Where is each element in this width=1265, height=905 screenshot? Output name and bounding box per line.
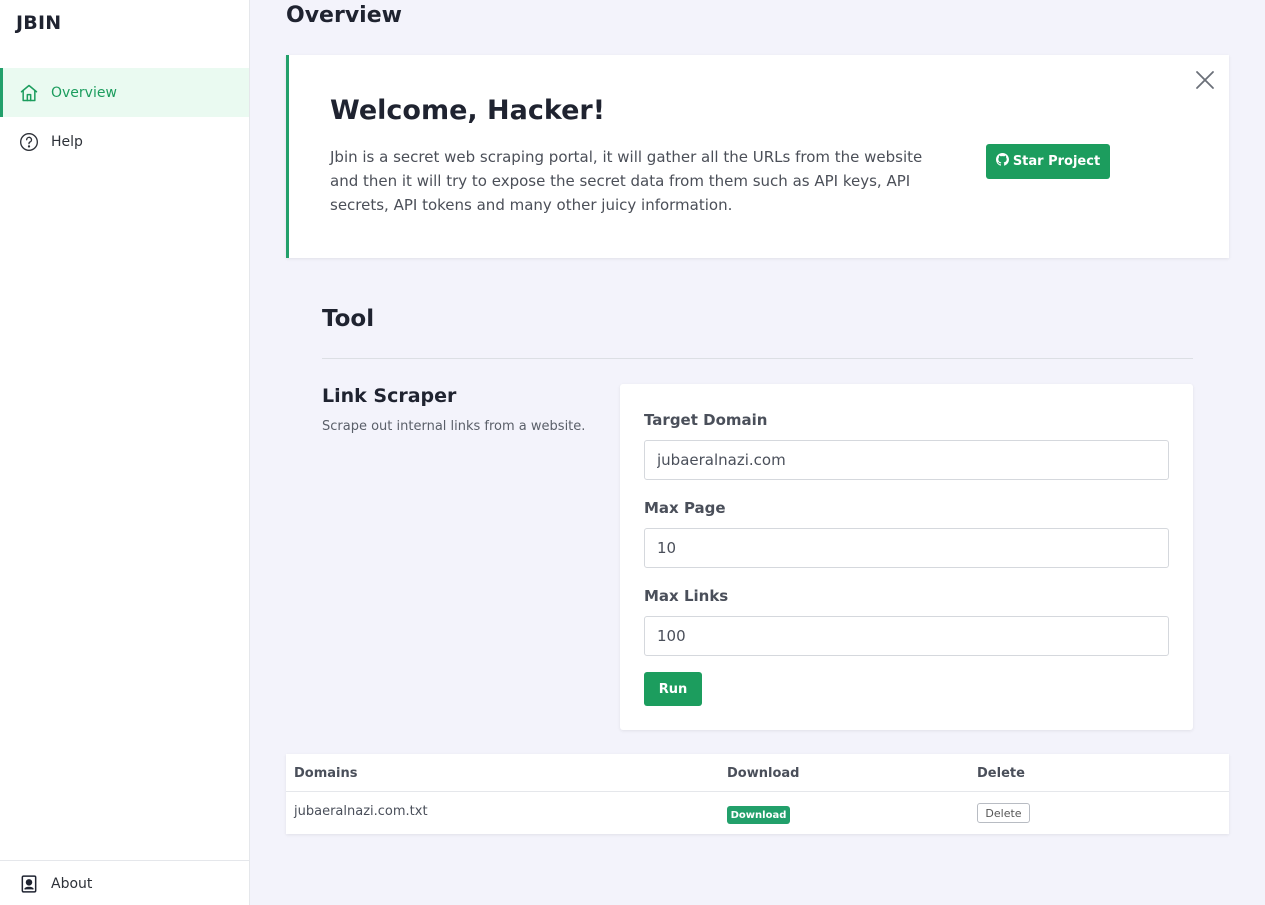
tool-title: Tool: [322, 306, 375, 332]
link-scraper-description: Scrape out internal links from a website…: [322, 419, 586, 434]
run-button[interactable]: Run: [644, 672, 702, 706]
link-scraper-form: Target Domain Max Page Max Links Run: [620, 384, 1193, 730]
delete-button[interactable]: Delete: [977, 803, 1030, 823]
sidebar-item-overview[interactable]: Overview: [0, 68, 249, 117]
sidebar: JBIN Overview Help About: [0, 0, 250, 905]
page-title: Overview: [286, 3, 402, 28]
download-button[interactable]: Download: [727, 806, 790, 824]
help-circle-icon: [19, 132, 39, 152]
close-icon[interactable]: [1194, 69, 1216, 91]
sidebar-item-label: Help: [51, 133, 83, 150]
user-badge-icon: [19, 874, 39, 894]
welcome-title: Welcome, Hacker!: [330, 95, 606, 126]
target-domain-input[interactable]: [644, 440, 1169, 480]
domain-cell: jubaeralnazi.com.txt: [294, 804, 428, 819]
link-scraper-title: Link Scraper: [322, 385, 457, 407]
github-icon: [995, 153, 1009, 170]
max-links-input[interactable]: [644, 616, 1169, 656]
max-page-label: Max Page: [644, 499, 726, 517]
column-header-download: Download: [727, 766, 800, 781]
star-project-label: Star Project: [1012, 154, 1101, 169]
table-divider: [286, 791, 1229, 792]
column-header-delete: Delete: [977, 766, 1025, 781]
sidebar-item-label: Overview: [51, 84, 117, 101]
welcome-card: Welcome, Hacker! Jbin is a secret web sc…: [286, 55, 1229, 258]
results-table: Domains Download Delete jubaeralnazi.com…: [286, 754, 1229, 834]
max-page-input[interactable]: [644, 528, 1169, 568]
star-project-button[interactable]: Star Project: [986, 144, 1110, 179]
sidebar-item-about[interactable]: About: [0, 861, 249, 905]
welcome-text: Jbin is a secret web scraping portal, it…: [330, 148, 923, 214]
target-domain-label: Target Domain: [644, 411, 768, 429]
sidebar-footer: About: [0, 860, 249, 905]
column-header-domains: Domains: [294, 766, 358, 781]
sidebar-item-label: About: [51, 875, 93, 892]
sidebar-item-help[interactable]: Help: [0, 117, 249, 166]
divider: [322, 358, 1193, 359]
brand-logo[interactable]: JBIN: [16, 12, 61, 34]
max-links-label: Max Links: [644, 587, 729, 605]
home-icon: [19, 83, 39, 103]
